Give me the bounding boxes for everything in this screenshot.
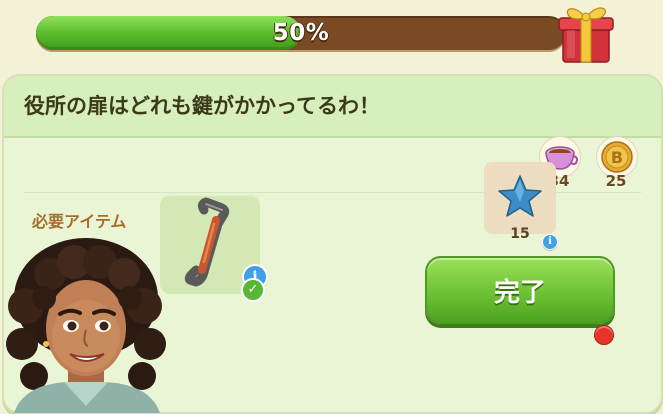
check-icon: ✓ [241,278,265,302]
quest-progress-bar: 50% [36,16,566,50]
blue-star-gem-icon [498,175,542,217]
complete-button-label: 完了 [493,278,546,308]
svg-text:B: B [611,148,623,167]
gold-coin-icon: B [601,141,633,173]
complete-button[interactable]: 完了 [425,256,615,324]
progress-percent: 50% [272,20,330,46]
reward-count: 15 [510,226,530,242]
dialog-band: 役所の扉はどれも鍵がかかってるわ！ [4,76,661,138]
gift-box-icon[interactable] [555,0,617,66]
notification-dot [594,325,614,345]
required-items-label: 必要アイテム [32,212,127,231]
coin-cost-badge: B 25 [594,136,638,192]
reward-card[interactable] [484,162,556,234]
coin-cost-value: 25 [605,172,627,190]
quest-dialog-text: 役所の扉はどれも鍵がかかってるわ！ [24,94,380,118]
character-portrait [6,238,166,413]
